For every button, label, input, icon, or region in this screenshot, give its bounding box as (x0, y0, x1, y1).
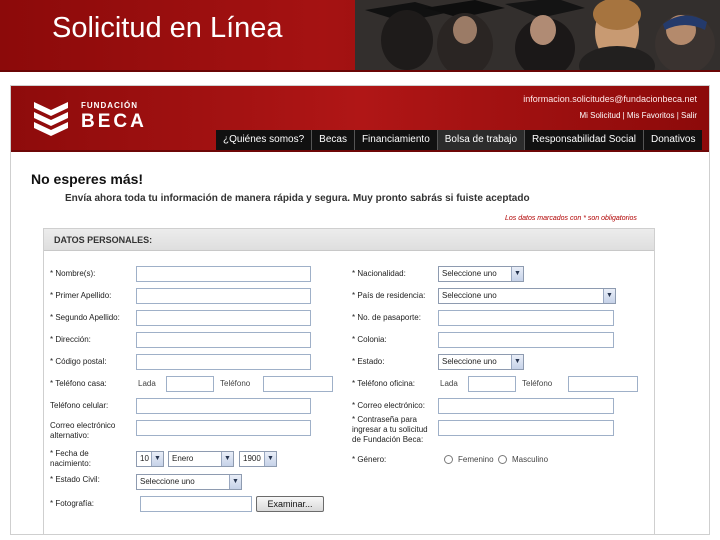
correo-alternativo-label: Correo electrónico alternativo: (50, 421, 116, 440)
website-screenshot: FUNDACIÓN BECA informacion.solicitudes@f… (10, 85, 710, 535)
pais-residencia-select[interactable]: Seleccione uno ▼ (438, 288, 616, 304)
required-fields-note: Los datos marcados con * son obligatorio… (505, 215, 637, 222)
fecha-mes-select[interactable]: Enero ▼ (168, 451, 234, 467)
direccion-label: * Dirección: (50, 335, 91, 344)
nav-item-financiamiento[interactable]: Financiamiento (353, 130, 437, 150)
colonia-input[interactable] (438, 332, 614, 348)
telefono-oficina-numero-label: Teléfono (522, 379, 553, 388)
segundo-apellido-input[interactable] (136, 310, 311, 326)
telefono-casa-lada-label: Lada (138, 379, 156, 388)
chevron-down-icon: ▼ (511, 355, 523, 369)
genero-masculino-radio[interactable] (498, 455, 507, 464)
fecha-dia-select[interactable]: 10 ▼ (136, 451, 164, 467)
utility-links[interactable]: Mi Solicitud | Mis Favoritos | Salir (579, 111, 697, 120)
chevron-down-icon: ▼ (221, 452, 233, 466)
colonia-label: * Colonia: (352, 335, 387, 344)
estado-civil-select[interactable]: Seleccione uno ▼ (136, 474, 242, 490)
chevron-down-icon: ▼ (511, 267, 523, 281)
telefono-casa-numero-label: Teléfono (220, 379, 251, 388)
nav-item-becas[interactable]: Becas (311, 130, 354, 150)
telefono-casa-label: * Teléfono casa: (50, 379, 107, 388)
genero-femenino-label: Femenino (458, 455, 494, 464)
logo-big-text: BECA (81, 111, 147, 132)
personal-data-form: DATOS PERSONALES: * Nombre(s): * Primer … (43, 228, 655, 534)
correo-label: * Correo electrónico: (352, 401, 425, 410)
chevron-down-icon: ▼ (264, 452, 276, 466)
site-header: FUNDACIÓN BECA informacion.solicitudes@f… (11, 86, 709, 150)
primer-apellido-label: * Primer Apellido: (50, 291, 112, 300)
pasaporte-label: * No. de pasaporte: (352, 313, 421, 322)
segundo-apellido-label: * Segundo Apellido: (50, 313, 120, 322)
contrasena-input[interactable] (438, 420, 614, 436)
correo-input[interactable] (438, 398, 614, 414)
logo-small-text: FUNDACIÓN (81, 101, 138, 110)
page-subline: Envía ahora toda tu información de maner… (65, 193, 530, 204)
telefono-oficina-lada-label: Lada (440, 379, 458, 388)
nombre-label: * Nombre(s): (50, 269, 96, 278)
genero-femenino-radio[interactable] (444, 455, 453, 464)
estado-civil-value: Seleccione uno (140, 477, 195, 486)
telefono-oficina-lada-input[interactable] (468, 376, 516, 392)
nav-item-donativos[interactable]: Donativos (643, 130, 702, 150)
contact-email-link[interactable]: informacion.solicitudes@fundacionbeca.ne… (523, 94, 697, 104)
pasaporte-input[interactable] (438, 310, 614, 326)
logo-mark-icon (34, 102, 68, 136)
nacionalidad-label: * Nacionalidad: (352, 269, 406, 278)
chevron-down-icon: ▼ (603, 289, 615, 303)
main-nav: ¿Quiénes somos? Becas Financiamiento Bol… (216, 130, 703, 150)
banner-divider (0, 70, 720, 72)
correo-alternativo-input[interactable] (136, 420, 311, 436)
title-banner: Solicitud en Línea (0, 0, 720, 70)
codigo-postal-input[interactable] (136, 354, 311, 370)
nav-item-responsabilidad-social[interactable]: Responsabilidad Social (524, 130, 643, 150)
chevron-down-icon: ▼ (229, 475, 241, 489)
form-section-title: DATOS PERSONALES: (44, 229, 654, 251)
telefono-oficina-input[interactable] (568, 376, 638, 392)
genero-label: * Género: (352, 455, 387, 464)
chevron-down-icon: ▼ (151, 452, 163, 466)
fecha-dia-value: 10 (140, 454, 149, 463)
telefono-oficina-label: * Teléfono oficina: (352, 379, 416, 388)
fecha-mes-value: Enero (172, 454, 194, 463)
slide-title: Solicitud en Línea (52, 12, 283, 44)
estado-civil-label: * Estado Civil: (50, 475, 100, 484)
examinar-button[interactable]: Examinar... (256, 496, 324, 512)
graduates-photo (355, 0, 720, 70)
genero-masculino-label: Masculino (512, 455, 549, 464)
fecha-anio-select[interactable]: 1900 ▼ (239, 451, 277, 467)
nav-item-bolsa-de-trabajo[interactable]: Bolsa de trabajo (436, 130, 525, 150)
fecha-nacimiento-label: * Fecha de nacimiento: (50, 449, 91, 468)
primer-apellido-input[interactable] (136, 288, 311, 304)
fotografia-label: * Fotografía: (50, 499, 95, 508)
slide: Solicitud en Línea FUNDACIÓN BECA inform… (0, 0, 720, 540)
header-divider (11, 150, 709, 152)
site-logo[interactable]: FUNDACIÓN BECA (31, 98, 171, 138)
nav-item-quienes-somos[interactable]: ¿Quiénes somos? (216, 130, 311, 150)
telefono-casa-lada-input[interactable] (166, 376, 214, 392)
estado-label: * Estado: (352, 357, 385, 366)
telefono-celular-input[interactable] (136, 398, 311, 414)
codigo-postal-label: * Código postal: (50, 357, 107, 366)
fecha-anio-value: 1900 (243, 454, 261, 463)
estado-select[interactable]: Seleccione uno ▼ (438, 354, 524, 370)
estado-value: Seleccione uno (442, 357, 497, 366)
direccion-input[interactable] (136, 332, 311, 348)
page-headline: No esperes más! (31, 171, 144, 187)
pais-residencia-label: * País de residencia: (352, 291, 426, 300)
telefono-celular-label: Teléfono celular: (50, 401, 109, 410)
telefono-casa-input[interactable] (263, 376, 333, 392)
nombre-input[interactable] (136, 266, 311, 282)
nacionalidad-select[interactable]: Seleccione uno ▼ (438, 266, 524, 282)
nacionalidad-value: Seleccione uno (442, 269, 497, 278)
pais-residencia-value: Seleccione uno (442, 291, 497, 300)
fotografia-file-input[interactable] (140, 496, 252, 512)
contrasena-label: * Contraseña para ingresar a tu solicitu… (352, 415, 428, 444)
